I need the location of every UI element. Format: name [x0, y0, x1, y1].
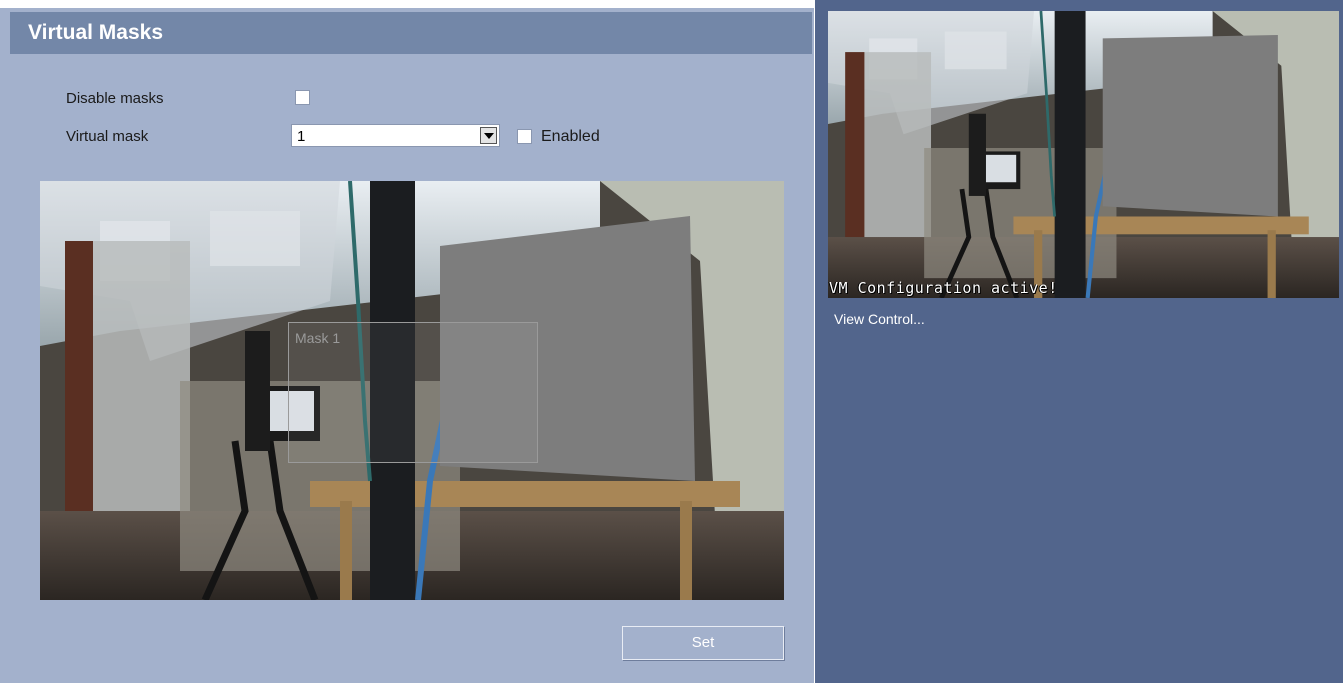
set-button[interactable]: Set [622, 626, 784, 660]
top-rule [0, 0, 814, 8]
disable-masks-label: Disable masks [66, 90, 164, 107]
vm-config-overlay: VM Configuration active! [829, 279, 1058, 297]
live-preview-video: VM Configuration active! [828, 11, 1339, 298]
virtual-mask-select[interactable]: 1 [291, 124, 500, 147]
mask-region-label: Mask 1 [295, 330, 341, 346]
preview-panel: VM Configuration active! View Control... [815, 0, 1343, 683]
virtual-mask-label: Virtual mask [66, 128, 149, 145]
mask-region[interactable]: Mask 1 [288, 322, 538, 463]
chevron-down-icon[interactable] [480, 127, 497, 144]
title-bar: Virtual Masks [10, 12, 812, 54]
disable-masks-checkbox[interactable] [295, 90, 310, 105]
config-panel: Virtual Masks Disable masks Virtual mask… [0, 0, 814, 683]
preview-mask-shape [1102, 34, 1278, 217]
view-control-link[interactable]: View Control... [834, 311, 925, 327]
enabled-label: Enabled [541, 128, 600, 145]
virtual-mask-select-value: 1 [297, 128, 306, 145]
mask-editor-video[interactable]: Mask 1 [40, 181, 784, 600]
preview-scene [828, 11, 1339, 298]
enabled-checkbox[interactable] [517, 129, 532, 144]
page-title: Virtual Masks [28, 21, 164, 44]
